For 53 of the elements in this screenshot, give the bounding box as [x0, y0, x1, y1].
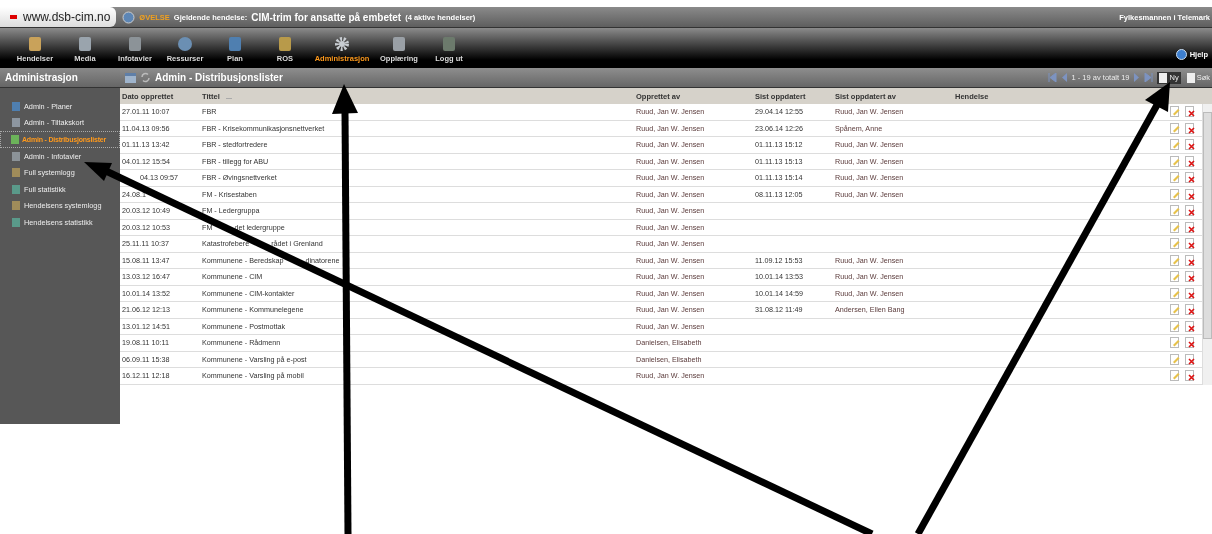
card-icon [12, 118, 20, 128]
edit-icon[interactable] [1170, 221, 1180, 233]
delete-icon[interactable] [1185, 353, 1195, 365]
delete-icon[interactable] [1185, 172, 1195, 184]
edit-icon[interactable] [1170, 238, 1180, 250]
delete-icon[interactable] [1185, 271, 1195, 283]
edit-icon[interactable] [1170, 106, 1180, 118]
refresh-icon[interactable] [140, 72, 151, 83]
delete-icon[interactable] [1185, 238, 1195, 250]
delete-icon[interactable] [1185, 370, 1195, 382]
edit-icon[interactable] [1170, 353, 1180, 365]
help-icon [1175, 49, 1187, 60]
scrollbar[interactable] [1202, 104, 1212, 385]
delete-icon[interactable] [1185, 122, 1195, 134]
delete-icon[interactable] [1185, 205, 1195, 217]
current-event[interactable]: CIM-trim for ansatte på embetet [251, 11, 402, 23]
edit-icon[interactable] [1170, 287, 1180, 299]
window-icon [125, 72, 136, 83]
document-icon [391, 36, 407, 52]
site-tab[interactable]: www.dsb-cim.no [0, 7, 117, 27]
delete-icon[interactable] [1185, 304, 1195, 316]
delete-icon[interactable] [1185, 188, 1195, 200]
delete-icon[interactable] [1185, 337, 1195, 349]
delete-icon[interactable] [1185, 106, 1195, 118]
delete-icon[interactable] [1185, 155, 1195, 167]
delete-icon[interactable] [1185, 221, 1195, 233]
sidebar-title: Administrasjon [0, 68, 120, 88]
edit-icon[interactable] [1170, 139, 1180, 151]
edit-icon[interactable] [1170, 122, 1180, 134]
edit-icon[interactable] [1170, 205, 1180, 217]
delete-icon[interactable] [1185, 320, 1195, 332]
document-icon [127, 36, 143, 52]
edit-icon[interactable] [1170, 188, 1180, 200]
last-page-icon[interactable] [1144, 73, 1154, 82]
edit-icon[interactable] [1170, 370, 1180, 382]
edit-icon[interactable] [1170, 304, 1180, 316]
edit-icon[interactable] [1170, 337, 1180, 349]
gear-icon [334, 36, 350, 52]
first-page-icon[interactable] [1047, 73, 1057, 82]
delete-icon[interactable] [1185, 254, 1195, 266]
delete-icon[interactable] [1185, 139, 1195, 151]
edit-icon[interactable] [1170, 271, 1180, 283]
document-icon [77, 36, 93, 52]
edit-icon[interactable] [1170, 254, 1180, 266]
document-icon [12, 201, 20, 211]
edit-icon[interactable] [1170, 172, 1180, 184]
next-page-icon[interactable] [1133, 73, 1141, 82]
document-icon [27, 36, 43, 52]
delete-icon[interactable] [1185, 287, 1195, 299]
previous-page-icon[interactable] [1060, 73, 1068, 82]
edit-icon[interactable] [1170, 320, 1180, 332]
edit-icon[interactable] [1170, 155, 1180, 167]
panel-title: Admin - Distribusjonslister [155, 72, 283, 83]
